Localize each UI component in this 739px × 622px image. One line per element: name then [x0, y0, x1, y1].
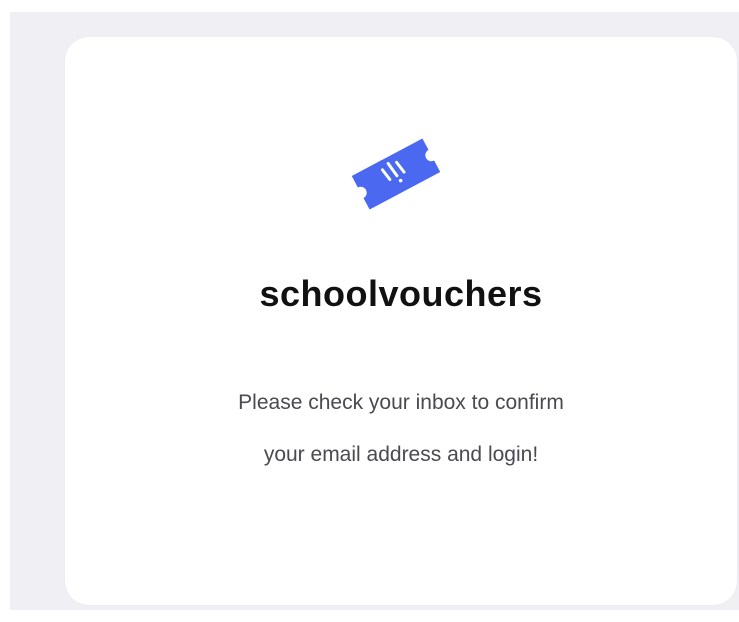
- confirmation-message: Please check your inbox to confirm your …: [65, 377, 737, 481]
- message-line-2: your email address and login!: [263, 443, 539, 466]
- page-background: schoolvouchers Please check your inbox t…: [10, 12, 739, 610]
- ticket-icon: [351, 138, 441, 210]
- brand-name: schoolvouchers: [259, 273, 543, 314]
- confirmation-card: schoolvouchers Please check your inbox t…: [65, 37, 737, 605]
- message-line-1: Please check your inbox to confirm: [238, 391, 564, 414]
